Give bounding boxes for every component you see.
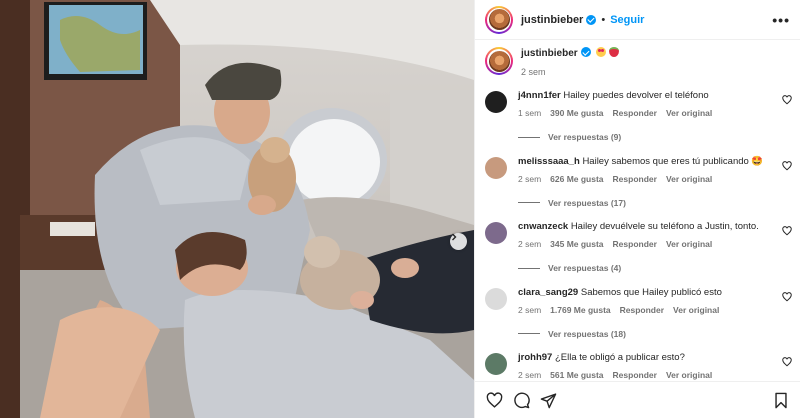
- comment-username[interactable]: melisssaaa_h: [518, 156, 580, 167]
- comment-item: jrohh97 ¿Ella te obligó a publicar esto?…: [475, 351, 800, 381]
- reply-button[interactable]: Responder: [613, 239, 657, 249]
- author-username[interactable]: justinbieber: [521, 14, 583, 26]
- author-avatar[interactable]: [485, 5, 513, 34]
- comment-time[interactable]: 2 sem: [518, 174, 541, 184]
- comment-likes[interactable]: 390 Me gusta: [550, 108, 603, 118]
- comment-heart-icon[interactable]: [782, 289, 792, 307]
- view-replies-button[interactable]: Ver respuestas (17): [518, 198, 790, 208]
- see-original-button[interactable]: Ver original: [673, 305, 719, 315]
- comment-username[interactable]: j4nnn1fer: [518, 90, 561, 101]
- comment-item: clara_sang29 Sabemos que Hailey publicó …: [475, 286, 800, 352]
- view-replies-button[interactable]: Ver respuestas (4): [518, 263, 790, 273]
- comments-scroll[interactable]: justinbieber 2 sem j4nnn1fer Hailey pued…: [475, 41, 800, 381]
- comment-heart-icon[interactable]: [782, 223, 792, 241]
- post-photo[interactable]: [0, 0, 474, 418]
- comment-likes[interactable]: 626 Me gusta: [550, 174, 603, 184]
- see-original-button[interactable]: Ver original: [666, 108, 712, 118]
- heart-icon[interactable]: [486, 391, 503, 409]
- comment-likes[interactable]: 561 Me gusta: [550, 370, 603, 380]
- post-caption: justinbieber 2 sem: [475, 41, 800, 89]
- comment-text: Sabemos que Hailey publicó esto: [580, 286, 722, 298]
- reply-button[interactable]: Responder: [620, 305, 664, 315]
- see-original-button[interactable]: Ver original: [666, 239, 712, 249]
- follow-button[interactable]: Seguir: [610, 14, 644, 26]
- comment-text: ¿Ella te obligó a publicar esto?: [554, 352, 685, 363]
- comment-likes[interactable]: 345 Me gusta: [550, 239, 603, 249]
- comment-time[interactable]: 2 sem: [518, 239, 541, 249]
- comment-time[interactable]: 2 sem: [518, 305, 541, 315]
- comment-heart-icon[interactable]: [782, 92, 792, 110]
- caption-time[interactable]: 2 sem: [521, 67, 619, 77]
- comment-item: melisssaaa_h Hailey sabemos que eres tú …: [475, 155, 800, 221]
- comment-heart-icon[interactable]: [782, 158, 792, 176]
- comment-item: cnwanzeck Hailey devuélvele su teléfono …: [475, 220, 800, 286]
- share-icon[interactable]: [540, 392, 557, 409]
- reply-button[interactable]: Responder: [613, 174, 657, 184]
- comment-text: Hailey sabemos que eres tú publicando 🤩: [582, 155, 764, 167]
- comment-text: Hailey puedes devolver el teléfono: [563, 90, 709, 101]
- photo-illustration: [0, 0, 474, 418]
- comment-item: j4nnn1fer Hailey puedes devolver el telé…: [475, 89, 800, 155]
- comment-likes[interactable]: 1.769 Me gusta: [550, 305, 610, 315]
- chevron-right-icon: [452, 233, 457, 241]
- heart-eyes-emoji: [596, 47, 607, 57]
- comment-heart-icon[interactable]: [782, 354, 792, 372]
- verified-icon: [586, 14, 597, 25]
- view-replies-button[interactable]: Ver respuestas (18): [518, 329, 790, 339]
- comment-icon[interactable]: [513, 392, 530, 409]
- commenter-avatar[interactable]: [485, 156, 507, 179]
- see-original-button[interactable]: Ver original: [666, 370, 712, 380]
- reply-button[interactable]: Responder: [613, 108, 657, 118]
- commenter-avatar[interactable]: [485, 287, 507, 310]
- comment-username[interactable]: cnwanzeck: [518, 221, 568, 232]
- comment-time[interactable]: 2 sem: [518, 370, 541, 380]
- comment-time[interactable]: 1 sem: [518, 108, 541, 118]
- bookmark-icon[interactable]: [773, 392, 789, 409]
- verified-icon: [580, 47, 591, 57]
- commenter-avatar[interactable]: [485, 353, 507, 375]
- see-original-button[interactable]: Ver original: [666, 174, 712, 184]
- comment-text: Hailey devuélvele su teléfono a Justin, …: [570, 221, 759, 232]
- strawberry-emoji: [609, 47, 620, 57]
- commenter-avatar[interactable]: [485, 222, 507, 244]
- post-header: justinbieber • Seguir •••: [475, 0, 800, 40]
- comment-username[interactable]: jrohh97: [518, 352, 552, 363]
- view-replies-button[interactable]: Ver respuestas (9): [518, 132, 790, 142]
- next-photo-button[interactable]: [450, 233, 467, 250]
- reply-button[interactable]: Responder: [613, 370, 657, 380]
- post-side-panel: justinbieber • Seguir ••• justinbieber 2…: [474, 0, 800, 418]
- header-separator: •: [601, 13, 606, 26]
- commenter-avatar[interactable]: [485, 91, 507, 113]
- caption-avatar[interactable]: [485, 47, 513, 75]
- more-icon[interactable]: •••: [772, 12, 790, 28]
- caption-username[interactable]: justinbieber: [521, 48, 578, 59]
- action-bar: [475, 381, 800, 418]
- comment-list: j4nnn1fer Hailey puedes devolver el telé…: [475, 89, 800, 381]
- comment-username[interactable]: clara_sang29: [518, 287, 578, 298]
